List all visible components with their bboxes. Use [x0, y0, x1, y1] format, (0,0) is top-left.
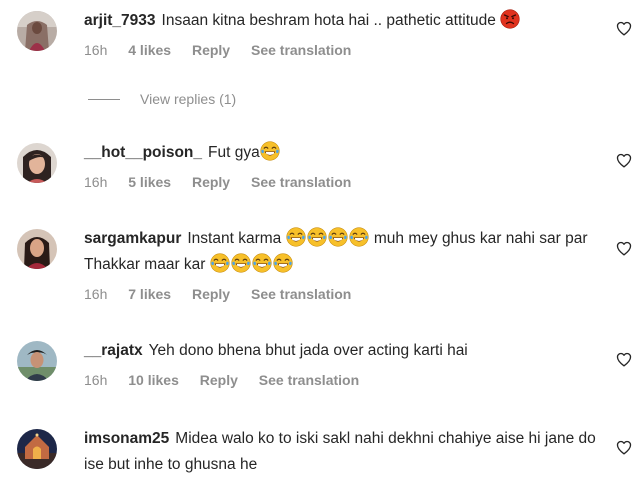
view-replies-label[interactable]: View replies (1)	[140, 91, 236, 107]
comment-meta: 16h 10 likes Reply See translation	[84, 372, 600, 388]
tears-of-joy-icon	[328, 227, 348, 247]
reply-button[interactable]: Reply	[200, 372, 238, 388]
comment-text: __hot__poison_ Fut gya	[84, 140, 600, 166]
tears-of-joy-icon	[286, 227, 306, 247]
tears-of-joy-icon	[307, 227, 327, 247]
username[interactable]: imsonam25	[84, 430, 169, 447]
avatar[interactable]	[17, 429, 57, 469]
comment-text: imsonam25 Midea walo ko to iski sakl nahi…	[84, 426, 600, 478]
timestamp: 16h	[84, 174, 108, 190]
avatar[interactable]	[17, 341, 57, 381]
comment-content: Instant karma	[187, 230, 282, 247]
username[interactable]: __hot__poison_	[84, 144, 202, 161]
comment-text: sargamkapur Instant karma muh mey ghus ka…	[84, 226, 600, 278]
comment-meta: 16h 7 likes Reply See translation	[84, 286, 600, 302]
replies-divider	[88, 98, 120, 100]
see-translation-button[interactable]: See translation	[251, 42, 351, 58]
heart-outline-icon[interactable]	[616, 21, 632, 36]
likes-count[interactable]: 10 likes	[128, 372, 179, 388]
reply-button[interactable]: Reply	[192, 174, 230, 190]
avatar[interactable]	[17, 143, 57, 183]
reply-button[interactable]: Reply	[192, 42, 230, 58]
heart-outline-icon[interactable]	[616, 241, 632, 256]
comment-body: __rajatx Yeh dono bhena bhut jada over ac…	[84, 338, 600, 388]
likes-count[interactable]: 7 likes	[128, 286, 171, 302]
comment-text: __rajatx Yeh dono bhena bhut jada over ac…	[84, 338, 600, 364]
see-translation-button[interactable]: See translation	[251, 286, 351, 302]
heart-outline-icon[interactable]	[616, 352, 632, 367]
tears-of-joy-icon	[252, 253, 272, 273]
comment-content: Insaan kitna beshram hota hai .. patheti…	[161, 12, 496, 29]
avatar[interactable]	[17, 229, 57, 269]
reply-button[interactable]: Reply	[192, 286, 230, 302]
comment-body: arjit_7933 Insaan kitna beshram hota hai …	[84, 8, 600, 58]
timestamp: 16h	[84, 372, 108, 388]
view-replies-button[interactable]: View replies (1)	[88, 91, 236, 107]
tears-of-joy-icon	[210, 253, 230, 273]
comment-content: Yeh dono bhena bhut jada over acting kar…	[148, 342, 468, 359]
timestamp: 16h	[84, 42, 108, 58]
tears-of-joy-icon	[349, 227, 369, 247]
comment-meta: 16h 4 likes Reply See translation	[84, 42, 600, 58]
see-translation-button[interactable]: See translation	[259, 372, 359, 388]
angry-face-icon	[500, 9, 520, 29]
username[interactable]: __rajatx	[84, 342, 143, 359]
comment-body: sargamkapur Instant karma muh mey ghus ka…	[84, 226, 600, 302]
comment-content: Fut gya	[208, 144, 260, 161]
likes-count[interactable]: 5 likes	[128, 174, 171, 190]
tears-of-joy-icon	[260, 141, 280, 161]
timestamp: 16h	[84, 286, 108, 302]
comment-body: imsonam25 Midea walo ko to iski sakl nahi…	[84, 426, 600, 478]
comment-meta: 16h 5 likes Reply See translation	[84, 174, 600, 190]
comments-list: arjit_7933 Insaan kitna beshram hota hai …	[0, 0, 640, 483]
heart-outline-icon[interactable]	[616, 153, 632, 168]
heart-outline-icon[interactable]	[616, 440, 632, 455]
avatar[interactable]	[17, 11, 57, 51]
tears-of-joy-icon	[273, 253, 293, 273]
likes-count[interactable]: 4 likes	[128, 42, 171, 58]
tears-of-joy-icon	[231, 253, 251, 273]
username[interactable]: arjit_7933	[84, 12, 156, 29]
see-translation-button[interactable]: See translation	[251, 174, 351, 190]
username[interactable]: sargamkapur	[84, 230, 181, 247]
comment-text: arjit_7933 Insaan kitna beshram hota hai …	[84, 8, 600, 34]
comment-body: __hot__poison_ Fut gya 16h 5 likes Reply …	[84, 140, 600, 190]
